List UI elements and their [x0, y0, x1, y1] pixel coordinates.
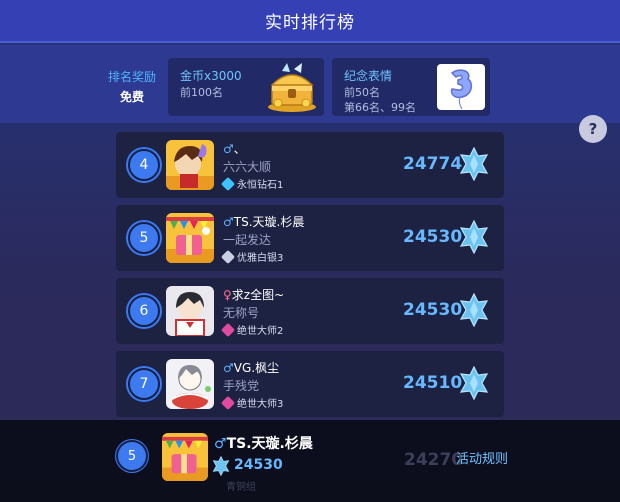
crystal-icon: [459, 366, 489, 400]
player-name: ♂VG.枫尘: [223, 359, 279, 376]
my-score: 24530: [234, 457, 283, 473]
player-score: 24510: [403, 373, 463, 393]
rank-badge: 6: [128, 295, 160, 327]
player-name-text: VG.枫尘: [233, 361, 280, 375]
player-title: 手残党: [223, 379, 260, 393]
page-title: 实时排行榜: [265, 13, 355, 33]
balloon-three-icon: [437, 64, 485, 110]
male-icon: ♂: [223, 142, 234, 156]
next-row-score-faded: 24270: [404, 450, 464, 470]
player-tier: 绝世大师3: [220, 395, 284, 410]
tier-label: 绝世大师2: [237, 326, 284, 337]
avatar-image-icon: [166, 140, 214, 190]
avatar-image-icon: [166, 359, 214, 409]
male-icon: ♂: [223, 361, 234, 375]
crystal-icon: [459, 220, 489, 254]
event-rules-link[interactable]: 活动规则: [456, 448, 508, 467]
my-rank-bar: 24270 青铜组 5 ♂TS.天璇.杉晨 24530 活动规则: [0, 420, 620, 502]
gold-reward-title: 金币x3000: [180, 69, 242, 83]
avatar-image-icon: [166, 286, 214, 336]
tier-gem-icon: [220, 395, 236, 410]
reward-label-title: 排名奖励: [107, 70, 156, 84]
gold-reward-card[interactable]: 金币x3000 前100名: [168, 58, 324, 116]
crystal-icon: [212, 456, 230, 476]
tier-label: 绝世大师3: [237, 399, 284, 410]
player-tier: 优雅白银3: [220, 249, 284, 264]
player-avatar[interactable]: [166, 140, 214, 190]
emoji-reward-card[interactable]: 纪念表情 前50名 第66名、99名: [332, 58, 490, 116]
player-avatar[interactable]: [166, 213, 214, 263]
player-name-text: 、: [233, 142, 246, 156]
leaderboard-row[interactable]: 5 ♂TS.天璇.杉晨 一起发达 优雅白银3 24530: [116, 205, 504, 271]
my-avatar[interactable]: [162, 433, 208, 481]
my-player-name: ♂TS.天璇.杉晨: [214, 433, 313, 453]
my-rank-badge: 5: [118, 442, 146, 470]
tier-gem-icon: [220, 322, 236, 337]
avatar-image-icon: [162, 433, 208, 481]
avatar-image-icon: [166, 213, 214, 263]
player-score: 24530: [403, 227, 463, 247]
player-tier: 永恒钻石1: [220, 176, 284, 191]
reward-label: 排名奖励 免费: [104, 68, 160, 105]
player-name: ♂、: [223, 140, 246, 157]
player-name-text: TS.天璇.杉晨: [233, 215, 305, 229]
emoji-reward-title: 纪念表情: [344, 69, 393, 83]
player-name-text: 求z全图~: [231, 288, 285, 302]
tier-label: 永恒钻石1: [237, 180, 284, 191]
emoji-reward-condition-1: 前50名: [344, 86, 380, 99]
tier-gem-icon: [220, 176, 236, 191]
player-name: ♂TS.天璇.杉晨: [223, 213, 304, 230]
female-icon: ♀: [223, 288, 232, 302]
player-title: 一起发达: [223, 233, 272, 247]
player-score: 24774: [403, 154, 463, 174]
leaderboard-row[interactable]: 7 ♂VG.枫尘 手残党 绝世大师3 24510: [116, 351, 504, 417]
crystal-icon: [459, 147, 489, 181]
emoji-reward-condition-2: 第66名、99名: [344, 101, 416, 114]
tier-label: 优雅白银3: [237, 253, 284, 264]
tier-gem-icon: [220, 249, 236, 264]
gold-reward-condition: 前100名: [180, 86, 223, 99]
help-button[interactable]: ?: [579, 115, 607, 143]
player-name: ♀求z全图~: [223, 286, 284, 303]
player-avatar[interactable]: [166, 359, 214, 409]
leaderboard-row[interactable]: 4 ♂、 六六大顺 永恒钻石1 24774: [116, 132, 504, 198]
my-player-name-text: TS.天璇.杉晨: [226, 436, 313, 452]
rank-badge: 7: [128, 368, 160, 400]
crystal-icon: [459, 293, 489, 327]
next-row-tier-faded: 青铜组: [226, 482, 256, 493]
player-avatar[interactable]: [166, 286, 214, 336]
treasure-chest-icon: [268, 63, 316, 112]
player-tier: 绝世大师2: [220, 322, 284, 337]
rank-badge: 5: [128, 222, 160, 254]
male-icon: ♂: [214, 436, 227, 452]
player-title: 无称号: [223, 306, 260, 320]
reward-label-free: 免费: [119, 90, 144, 104]
male-icon: ♂: [223, 215, 234, 229]
rank-badge: 4: [128, 149, 160, 181]
rank-reward-bar: 排名奖励 免费 金币x3000 前100名 纪念表情 前50名 第66名、99名…: [0, 45, 620, 143]
player-score: 24530: [403, 300, 463, 320]
page-header: 实时排行榜: [0, 0, 620, 43]
leaderboard-row[interactable]: 6 ♀求z全图~ 无称号 绝世大师2 24530: [116, 278, 504, 344]
player-title: 六六大顺: [223, 160, 272, 174]
